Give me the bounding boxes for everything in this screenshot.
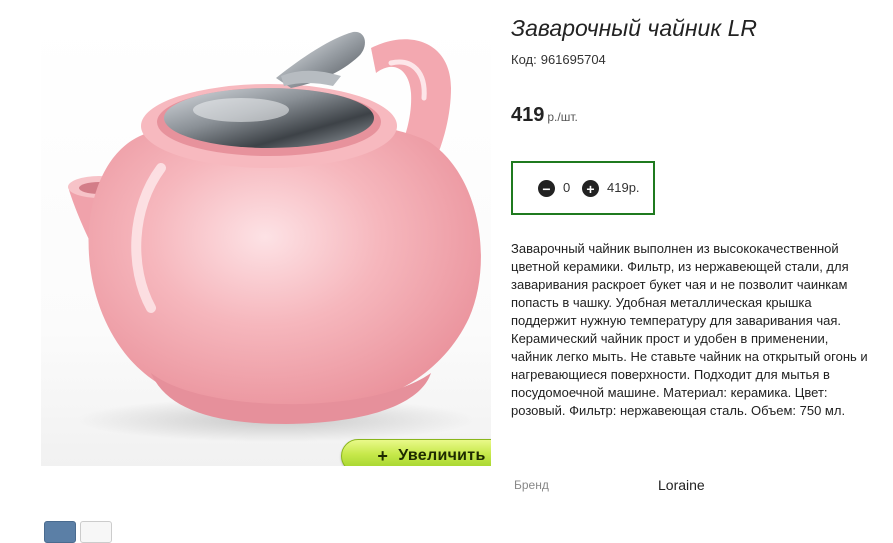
minus-circle-icon[interactable]: − [538,180,555,197]
quantity-value: 0 [563,180,571,195]
product-title: Заварочный чайник LR [511,15,758,41]
plus-icon: + [377,445,389,466]
product-code-label: Код: [511,52,537,67]
product-code: Код: 961695704 [511,52,606,67]
price-unit: р./шт. [547,110,578,124]
product-price: 419 р./шт. [511,104,578,127]
product-description: Заварочный чайник выполнен из высококаче… [511,241,868,418]
product-code-value: 961695704 [540,52,606,67]
price-value: 419 [511,104,545,126]
zoom-button-label: Увеличить [398,447,486,464]
plus-circle-icon[interactable]: + [582,180,599,197]
ok-share-icon[interactable] [80,521,112,543]
pink-teapot-image [68,31,481,442]
brand-value: Loraine [658,477,705,493]
product-image[interactable]: + Увеличить [41,18,491,466]
brand-label: Бренд [514,478,549,492]
vk-share-icon[interactable] [44,521,76,543]
zoom-button[interactable]: + Увеличить [341,439,491,466]
quantity-total: 419р. [607,180,640,195]
quantity-selector: − 0 + 419р. [511,161,655,215]
